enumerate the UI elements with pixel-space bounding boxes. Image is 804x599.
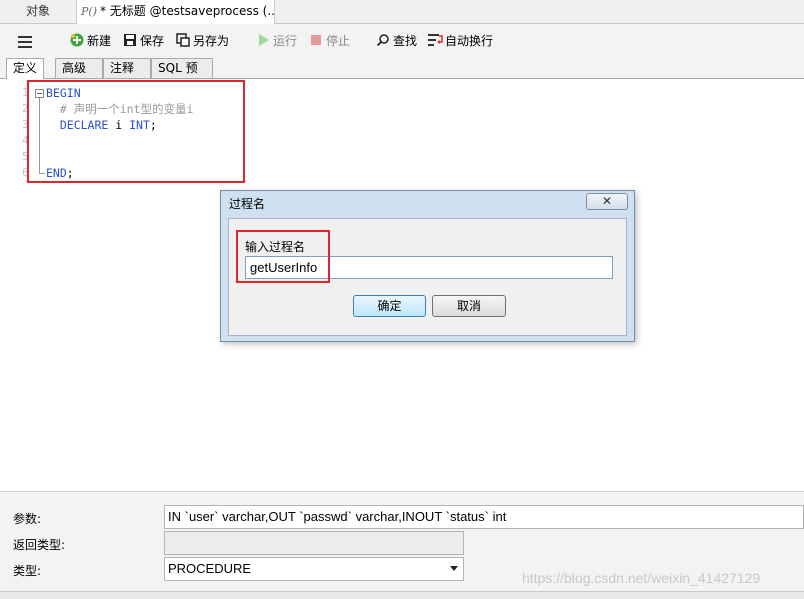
find-button[interactable]: 查找: [376, 32, 417, 50]
dialog-title: 过程名: [229, 197, 266, 211]
type-select[interactable]: PROCEDURE: [164, 557, 464, 581]
word-wrap-icon: [428, 33, 443, 47]
word-wrap-button[interactable]: 自动换行: [428, 32, 493, 50]
line-number: 1: [22, 86, 29, 99]
run-label: 运行: [273, 34, 298, 48]
stop-label: 停止: [326, 34, 351, 48]
word-wrap-label: 自动换行: [445, 34, 494, 48]
save-button[interactable]: 保存: [123, 32, 164, 50]
save-as-label: 另存为: [193, 34, 230, 48]
procedure-icon: P(): [81, 5, 97, 18]
chevron-down-icon: [450, 566, 458, 571]
save-label: 保存: [140, 34, 165, 48]
ok-button[interactable]: 确定: [353, 295, 426, 317]
line-number: 3: [22, 118, 29, 131]
floppy-icon: [123, 33, 137, 47]
document-tab-strip: 对象 P() * 无标题 @testsaveprocess (...: [0, 0, 804, 24]
stop-icon: [309, 33, 323, 47]
cancel-button[interactable]: 取消: [432, 295, 506, 317]
save-as-icon: [176, 33, 190, 47]
line-number: 6: [22, 166, 29, 179]
tab-comment[interactable]: 注释: [103, 58, 151, 78]
line-number: 2: [22, 102, 29, 115]
line-number-gutter: 1 2 3 4 5 6: [0, 85, 30, 181]
tab-definition[interactable]: 定义: [6, 58, 45, 79]
type-label: 类型:: [13, 564, 42, 578]
highlight-box-input: [236, 230, 330, 283]
play-icon: [256, 33, 270, 47]
find-label: 查找: [393, 34, 418, 48]
return-type-label: 返回类型:: [13, 538, 66, 552]
type-select-value: PROCEDURE: [168, 561, 252, 576]
watermark: https://blog.csdn.net/weixin_41427129: [522, 570, 761, 586]
line-number: 5: [22, 150, 29, 163]
params-label: 参数:: [13, 512, 42, 526]
close-icon[interactable]: ✕: [586, 193, 628, 210]
tab-advanced[interactable]: 高级: [55, 58, 103, 78]
highlight-box-code: [27, 80, 245, 183]
run-button[interactable]: 运行: [256, 32, 297, 50]
tab-objects[interactable]: 对象: [0, 0, 77, 23]
new-button[interactable]: 新建: [70, 32, 111, 50]
tab-untitled-procedure[interactable]: P() * 无标题 @testsaveprocess (...: [77, 0, 275, 24]
stop-button[interactable]: 停止: [309, 32, 350, 50]
magnifier-icon: [376, 33, 390, 47]
tab-untitled-label: * 无标题 @testsaveprocess (...: [99, 4, 275, 18]
line-number: 4: [22, 134, 29, 147]
plus-circle-icon: [70, 33, 84, 47]
save-as-button[interactable]: 另存为: [176, 32, 229, 50]
new-label: 新建: [87, 34, 112, 48]
params-field[interactable]: IN `user` varchar,OUT `passwd` varchar,I…: [164, 505, 804, 529]
toolbar: 新建 保存 另存为 运行 停止 查找 自动换行: [0, 24, 804, 58]
editor-subtabs: 定义 高级 注释 SQL 预览: [0, 58, 804, 94]
hamburger-icon[interactable]: [18, 33, 32, 51]
tab-sql-preview[interactable]: SQL 预览: [151, 58, 213, 94]
return-type-field[interactable]: [164, 531, 464, 555]
